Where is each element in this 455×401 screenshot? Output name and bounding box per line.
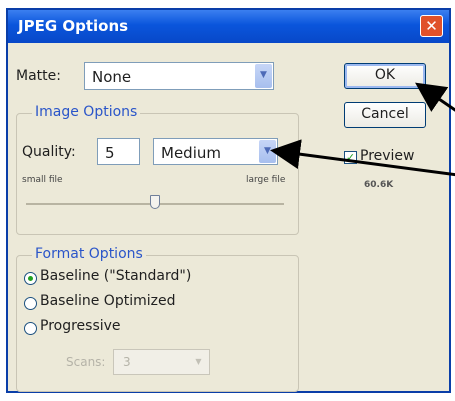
arrow-to-quality-preset <box>270 139 455 177</box>
annotation-arrows <box>270 82 455 177</box>
arrow-to-ok-button <box>415 82 455 112</box>
